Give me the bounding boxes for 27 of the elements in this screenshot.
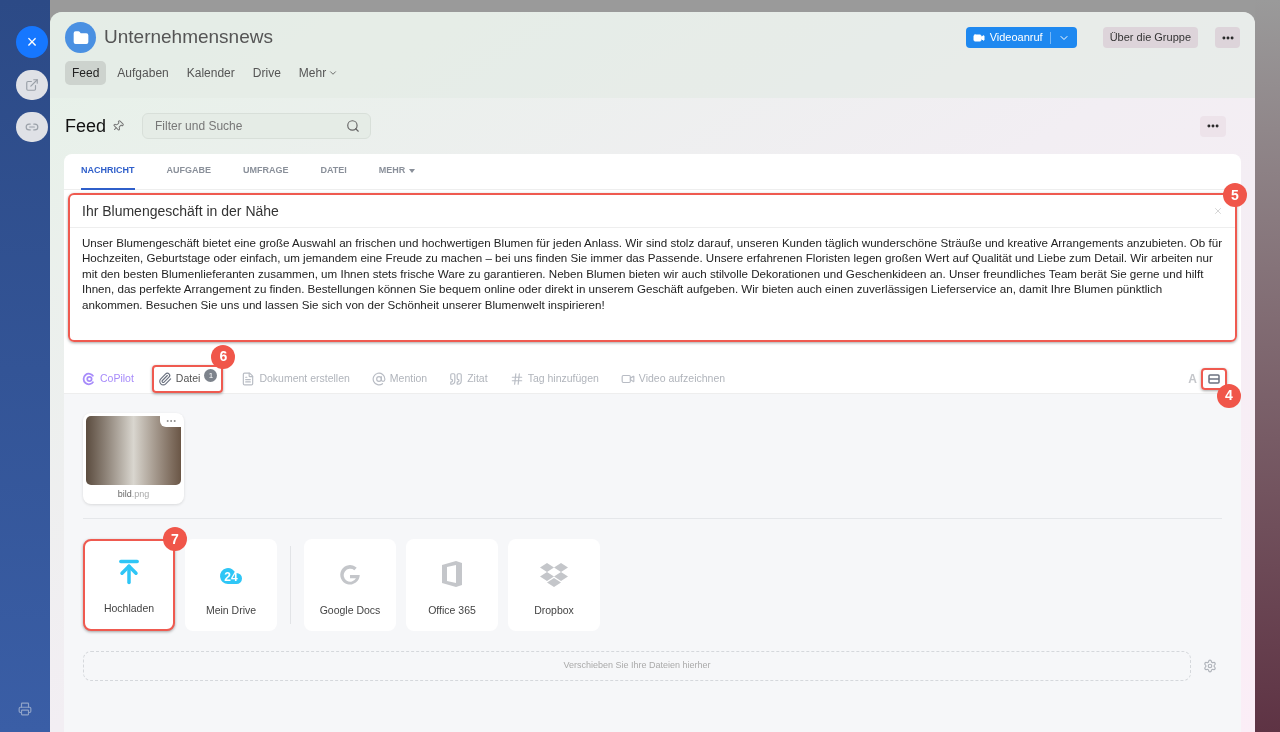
composer-tab[interactable]: NACHRICHT: [81, 153, 135, 190]
callout-number: 5: [1223, 183, 1247, 207]
count-badge: 1: [204, 369, 218, 382]
file-name: bild.png: [117, 487, 150, 501]
callout-number: 7: [163, 527, 187, 551]
source-tile[interactable]: Google Docs: [304, 539, 396, 631]
attachment-card[interactable]: bild.png: [83, 413, 184, 504]
composer-tab[interactable]: UMFRAGE: [243, 153, 289, 190]
source-tile[interactable]: Office 365: [406, 539, 498, 631]
about-group-button[interactable]: Über die Gruppe: [1102, 27, 1198, 48]
callout-number: 4: [1217, 383, 1241, 408]
video-call-button[interactable]: Videoanruf: [965, 27, 1077, 48]
nav-tab[interactable]: Mehr: [291, 61, 346, 85]
composer-tab[interactable]: AUFGABE: [166, 153, 211, 190]
search-field[interactable]: Filter und Suche: [142, 113, 372, 139]
message-text[interactable]: Unser Blumengeschäft bietet eine große Auswahl an frischen und hochwertigen Blumen für jeden Anlass. Wir sind stolz darauf, unseren Kunden täglich wunderschöne Sträuße und kreative Arrangements anzubieten. Ob für Hochzeiten, Geburtstage oder einfach, um jemandem eine Freude zu machen – bei uns finden Sie immer das Passende. Unsere erfahrenen Floristen legen großen Wert auf Qualität und Liebe zum Detail. Wir arbeiten nur mit den besten Blumenlieferanten zusammen, um Ihnen stets frische Ware zu garantieren. Neben Blumen bieten wir auch stilvolle Dekorationen und Geschenkideen an. Unser freundliches Team berät Sie gerne und hilft Ihnen, das perfekte Arrangement zu finden. Bestellungen können Sie bequem online oder direkt in unserem Geschäft aufgeben. Wir bieten auch einen zuverlässigen Lieferservice an, damit Ihre Blumen pünktlich ankommen. Besuchen Sie uns und lassen Sie sich von der Schönheit unserer Blumenwelt inspirieren!: [70, 228, 1235, 340]
nav-tab[interactable]: Kalender: [179, 61, 242, 85]
nav-tab[interactable]: Drive: [245, 61, 288, 85]
source-tile[interactable]: 24 Mein Drive: [185, 539, 277, 631]
nav-tab[interactable]: Aufgaben: [110, 61, 176, 85]
page-title: Feed: [65, 114, 107, 138]
nav-tab[interactable]: Feed: [65, 61, 107, 85]
group-title: Unternehmensnews: [104, 25, 273, 50]
close-button[interactable]: ×: [16, 26, 48, 58]
source-tile[interactable]: Dropbox: [508, 539, 600, 631]
subject-field[interactable]: Ihr Blumengeschäft in der Nähe: [82, 200, 1213, 222]
callout-number: 6: [211, 344, 236, 369]
